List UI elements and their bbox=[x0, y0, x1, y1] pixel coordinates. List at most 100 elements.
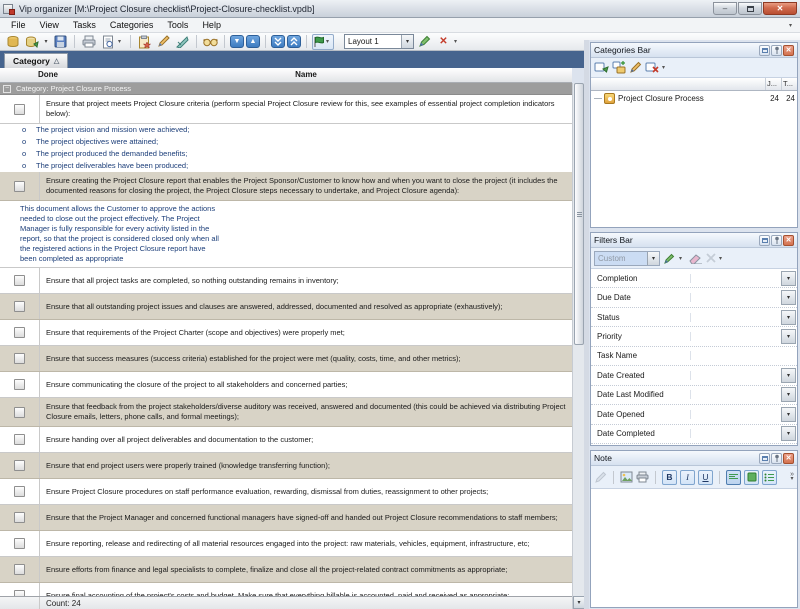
add-category-icon[interactable] bbox=[594, 61, 609, 74]
toolbar-overflow-icon[interactable]: ▾ bbox=[454, 38, 461, 45]
task-checkbox[interactable] bbox=[14, 275, 25, 286]
filter-dropdown-icon[interactable]: ▾ bbox=[781, 426, 796, 441]
task-row[interactable]: Ensure reporting, release and redirectin… bbox=[0, 531, 572, 557]
categories-col1-header[interactable]: J... bbox=[765, 78, 781, 90]
save-icon[interactable] bbox=[52, 34, 69, 50]
delete-layout-icon[interactable]: ✕ bbox=[435, 34, 452, 50]
task-checkbox[interactable] bbox=[14, 538, 25, 549]
customize-layout-icon[interactable] bbox=[416, 34, 433, 50]
filter-preset-combo[interactable]: Custom ▾ bbox=[594, 251, 660, 266]
menubar-overflow-icon[interactable]: ▾ bbox=[789, 22, 796, 29]
edit-task-icon[interactable] bbox=[155, 34, 172, 50]
layout-combo-dropdown-icon[interactable]: ▾ bbox=[401, 35, 413, 48]
task-checkbox[interactable] bbox=[14, 486, 25, 497]
maximize-button[interactable] bbox=[738, 2, 762, 15]
task-row[interactable]: Ensure that the Project Manager and conc… bbox=[0, 505, 572, 531]
filter-dropdown-icon[interactable]: ▾ bbox=[781, 271, 796, 286]
filter-dropdown-icon[interactable]: ▾ bbox=[781, 368, 796, 383]
menu-help[interactable]: Help bbox=[195, 19, 228, 31]
clear-filter-icon[interactable] bbox=[689, 253, 703, 264]
filter-dropdown-icon[interactable]: ▾ bbox=[781, 407, 796, 422]
italic-button[interactable]: I bbox=[680, 470, 695, 485]
remove-filter-icon[interactable] bbox=[706, 253, 716, 263]
move-up-icon[interactable]: ▲ bbox=[246, 35, 260, 48]
task-checkbox[interactable] bbox=[14, 301, 25, 312]
categories-pin-button[interactable] bbox=[771, 45, 782, 56]
scrollbar-thumb[interactable] bbox=[574, 83, 584, 345]
task-row[interactable]: Ensure that project meets Project Closur… bbox=[0, 95, 572, 124]
grid-vertical-scrollbar[interactable]: ▾ bbox=[572, 83, 584, 609]
task-row[interactable]: Ensure efforts from finance and legal sp… bbox=[0, 557, 572, 583]
menu-view[interactable]: View bbox=[33, 19, 66, 31]
complete-task-icon[interactable] bbox=[174, 34, 191, 50]
task-checkbox[interactable] bbox=[14, 434, 25, 445]
filter-dropdown-icon[interactable]: ▾ bbox=[781, 387, 796, 402]
collapse-group-icon[interactable]: − bbox=[3, 85, 11, 93]
bullet-list-button[interactable] bbox=[762, 470, 777, 485]
insert-picture-icon[interactable] bbox=[620, 471, 633, 483]
task-row[interactable]: Ensure creating the Project Closure repo… bbox=[0, 172, 572, 201]
task-row[interactable]: Ensure that requirements of the Project … bbox=[0, 320, 572, 346]
new-database-icon[interactable] bbox=[4, 34, 21, 50]
move-down-icon[interactable]: ▼ bbox=[230, 35, 244, 48]
categories-close-button[interactable]: ✕ bbox=[783, 45, 794, 56]
task-checkbox[interactable] bbox=[14, 379, 25, 390]
note-content[interactable] bbox=[591, 489, 797, 601]
edit-note-icon[interactable] bbox=[594, 471, 607, 484]
task-row[interactable]: Ensure that feedback from the project st… bbox=[0, 398, 572, 427]
minimize-button[interactable]: – bbox=[713, 2, 737, 15]
task-checkbox[interactable] bbox=[14, 512, 25, 523]
task-checkbox[interactable] bbox=[14, 104, 25, 115]
task-checkbox[interactable] bbox=[14, 327, 25, 338]
categories-float-button[interactable] bbox=[759, 45, 770, 56]
delete-category-icon[interactable] bbox=[645, 61, 659, 74]
group-by-category-tab[interactable]: Category △ bbox=[4, 53, 68, 68]
layout-combo[interactable]: Layout 1 ▾ bbox=[344, 34, 414, 49]
task-row[interactable]: Ensure that all outstanding project issu… bbox=[0, 294, 572, 320]
categories-toolbar-overflow-icon[interactable]: ▾ bbox=[662, 64, 669, 71]
note-close-button[interactable]: ✕ bbox=[783, 453, 794, 464]
menu-tasks[interactable]: Tasks bbox=[66, 19, 103, 31]
filter-preset-dropdown-icon[interactable]: ▾ bbox=[647, 252, 659, 265]
task-row[interactable]: Ensure communicating the closure of the … bbox=[0, 372, 572, 398]
task-row[interactable]: Ensure final accounting of the project's… bbox=[0, 583, 572, 596]
filters-float-button[interactable] bbox=[759, 235, 770, 246]
underline-button[interactable]: U bbox=[698, 470, 713, 485]
close-button[interactable]: ✕ bbox=[763, 2, 797, 15]
menu-file[interactable]: File bbox=[4, 19, 33, 31]
task-checkbox[interactable] bbox=[14, 407, 25, 418]
note-float-button[interactable] bbox=[759, 453, 770, 464]
task-row[interactable]: Ensure that all project tasks are comple… bbox=[0, 268, 572, 294]
task-checkbox[interactable] bbox=[14, 460, 25, 471]
print-icon[interactable] bbox=[80, 34, 97, 50]
filter-dropdown-icon[interactable]: ▾ bbox=[781, 290, 796, 305]
task-checkbox[interactable] bbox=[14, 353, 25, 364]
layout-flag-dropdown-icon[interactable]: ▾ bbox=[326, 38, 333, 45]
categories-col2-header[interactable]: T... bbox=[781, 78, 797, 90]
column-header-name[interactable]: Name bbox=[40, 70, 572, 79]
expand-all-icon[interactable] bbox=[271, 35, 285, 48]
task-row[interactable]: Ensure that end project users were prope… bbox=[0, 453, 572, 479]
print-note-icon[interactable] bbox=[636, 471, 649, 483]
note-toolbar-dropdown-icon[interactable]: ▾ bbox=[791, 477, 794, 482]
task-checkbox[interactable] bbox=[14, 181, 25, 192]
menu-tools[interactable]: Tools bbox=[160, 19, 195, 31]
task-row[interactable]: Ensure handing over all project delivera… bbox=[0, 427, 572, 453]
filters-close-button[interactable]: ✕ bbox=[783, 235, 794, 246]
view-tasks-icon[interactable] bbox=[202, 34, 219, 50]
new-task-icon[interactable] bbox=[136, 34, 153, 50]
task-row[interactable]: Ensure that success measures (success cr… bbox=[0, 346, 572, 372]
filter-dropdown-icon[interactable]: ▾ bbox=[781, 329, 796, 344]
task-row[interactable]: Ensure Project Closure procedures on sta… bbox=[0, 479, 572, 505]
print-options-dropdown-icon[interactable]: ▾ bbox=[118, 38, 125, 45]
collapse-all-icon[interactable] bbox=[287, 35, 301, 48]
apply-filter-icon[interactable] bbox=[663, 252, 676, 265]
open-database-icon[interactable] bbox=[23, 34, 40, 50]
category-list-item[interactable]: Project Closure Process2424 bbox=[591, 91, 797, 105]
highlight-button[interactable] bbox=[744, 470, 759, 485]
print-preview-icon[interactable] bbox=[99, 34, 116, 50]
add-subcategory-icon[interactable] bbox=[612, 61, 626, 74]
note-pin-button[interactable] bbox=[771, 453, 782, 464]
apply-filter-dropdown-icon[interactable]: ▾ bbox=[679, 255, 686, 262]
bold-button[interactable]: B bbox=[662, 470, 677, 485]
